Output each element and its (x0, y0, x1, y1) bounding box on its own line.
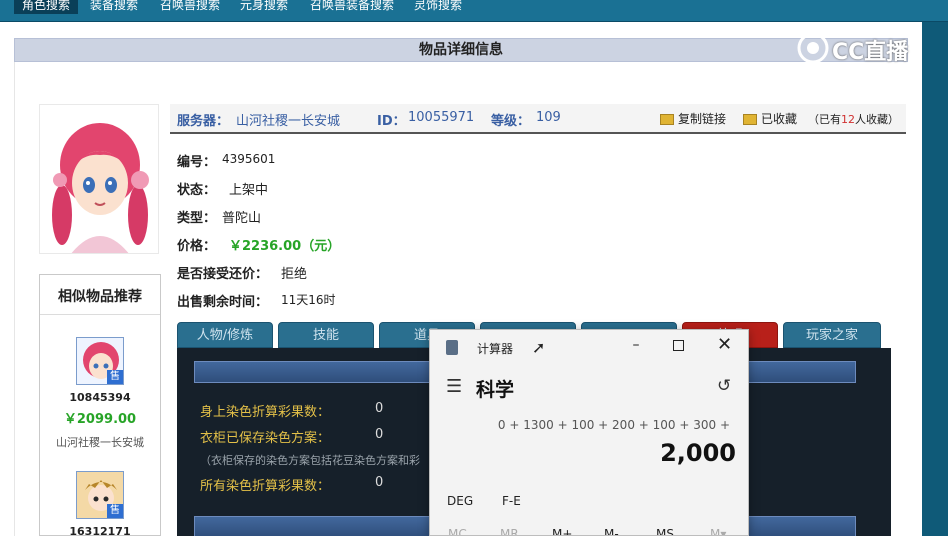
nav-tab-lingshi-search[interactable]: 灵饰搜索 (414, 0, 462, 14)
nav-tab-equip-search[interactable]: 装备搜索 (90, 0, 138, 14)
dye-note: （衣柜保存的染色方案包括花豆染色方案和彩 (200, 454, 420, 467)
dye-total-label: 所有染色折算彩果数： (200, 479, 331, 494)
nav-tab-role-search[interactable]: 角色搜索 (14, 0, 79, 14)
fe-button[interactable]: F-E (502, 494, 521, 508)
star-folder-icon (743, 114, 757, 125)
mr-button[interactable]: MR (500, 527, 519, 535)
calculator-result: 2,000 (660, 439, 736, 467)
ms-button[interactable]: MS (656, 527, 674, 535)
copy-link-button[interactable]: 复制链接 (660, 110, 726, 127)
calculator-mode: 科学 (476, 379, 515, 401)
character-portrait-icon (40, 105, 158, 253)
close-button[interactable]: ✕ (717, 334, 732, 355)
hamburger-menu-icon[interactable]: ☰ (446, 376, 462, 397)
dye-body-label: 身上染色折算彩果数： (200, 405, 331, 420)
id-label: ID： (377, 114, 406, 129)
level-value: 109 (536, 110, 561, 125)
similar-item-1-id[interactable]: 10845394 (40, 391, 160, 404)
item-info-bar: 服务器： 山河社稷一长安城 ID： 10055971 等级： 109 复制链接 … (170, 104, 906, 134)
serial-value: 4395601 (222, 152, 276, 166)
wardrobe-dye-label: 衣柜已保存染色方案： (200, 431, 331, 446)
server-label: 服务器： (177, 114, 230, 129)
dye-total-value: 0 (375, 475, 384, 490)
id-value: 10055971 (408, 110, 475, 125)
mouse-cursor-icon: ➚ (532, 338, 546, 357)
similar-item-thumb-1[interactable]: 售 (76, 337, 124, 385)
similar-items-title: 相似物品推荐 (40, 275, 160, 315)
tab-skills[interactable]: 技能 (278, 322, 374, 348)
fav-count-prefix: （已有 (808, 113, 841, 126)
cc-live-logo: CC直播 (796, 30, 920, 66)
dye-body-value: 0 (375, 401, 384, 416)
mc-button[interactable]: MC (448, 527, 467, 535)
favorited-label: 已收藏 (761, 112, 798, 126)
top-nav: 角色搜索 装备搜索 召唤兽搜索 元身搜索 召唤兽装备搜索 灵饰搜索 (0, 0, 948, 22)
watermark-text: CC直播 (832, 40, 909, 65)
price-value: ￥2236.00（元） (229, 239, 341, 254)
copy-link-label: 复制链接 (678, 112, 727, 126)
similar-item-thumb-2[interactable]: 售 (76, 471, 124, 519)
m-plus-button[interactable]: M+ (552, 527, 572, 535)
calculator-app-icon (446, 340, 458, 355)
price-label: 价格： (177, 239, 217, 254)
counter-offer-label: 是否接受还价： (177, 267, 269, 282)
time-left-label: 出售剩余时间： (177, 295, 269, 310)
maximize-button[interactable] (673, 340, 684, 351)
wardrobe-dye-value: 0 (375, 427, 384, 442)
serial-label: 编号： (177, 155, 217, 170)
folder-link-icon (660, 114, 674, 125)
nav-tab-summon-equip-search[interactable]: 召唤兽装备搜索 (310, 0, 394, 14)
time-left-value: 11天16时 (281, 293, 336, 307)
favorite-button[interactable]: 已收藏 (743, 110, 797, 127)
fav-count-suffix: 人收藏） (855, 113, 899, 126)
sold-badge: 售 (107, 504, 123, 518)
tab-character-cultivation[interactable]: 人物/修炼 (177, 322, 273, 348)
character-avatar (39, 104, 159, 254)
calculator-title: 计算器 (477, 342, 514, 356)
nav-tab-yuanshen-search[interactable]: 元身搜索 (240, 0, 288, 14)
similar-item-1-price: ￥2099.00 (63, 412, 137, 427)
status-value: 上架中 (229, 183, 269, 198)
m-minus-button[interactable]: M- (604, 527, 619, 535)
calculator-expression: 0 + 1300 + 100 + 200 + 100 + 300 + (497, 418, 730, 432)
similar-items-panel: 相似物品推荐 售 10845394 ￥2099.00 山河社稷一长安城 售 16… (39, 274, 161, 536)
favorite-count: （已有12人收藏） (808, 111, 899, 127)
calculator-window: 计算器 ➚ – ✕ ☰ 科学 ↺ 0 + 1300 + 100 + 200 + … (429, 329, 749, 536)
history-icon[interactable]: ↺ (717, 376, 731, 396)
detail-title: 物品详细信息 (14, 38, 908, 62)
type-label: 类型： (177, 211, 217, 226)
server-value: 山河社稷一长安城 (236, 114, 341, 129)
status-label: 状态： (177, 183, 217, 198)
level-label: 等级： (491, 114, 531, 129)
minimize-button[interactable]: – (626, 336, 646, 356)
counter-offer-value: 拒绝 (281, 267, 308, 282)
type-value: 普陀山 (222, 211, 262, 226)
fav-count-number: 12 (841, 113, 855, 126)
sold-badge: 售 (107, 370, 123, 384)
similar-item-1-server: 山河社稷一长安城 (56, 436, 144, 449)
nav-tab-summon-search[interactable]: 召唤兽搜索 (160, 0, 220, 14)
memory-list-button[interactable]: M▾ (710, 527, 726, 535)
deg-button[interactable]: DEG (447, 494, 473, 508)
similar-item-2-id[interactable]: 16312171 (40, 525, 160, 536)
tab-player-home[interactable]: 玩家之家 (783, 322, 881, 348)
